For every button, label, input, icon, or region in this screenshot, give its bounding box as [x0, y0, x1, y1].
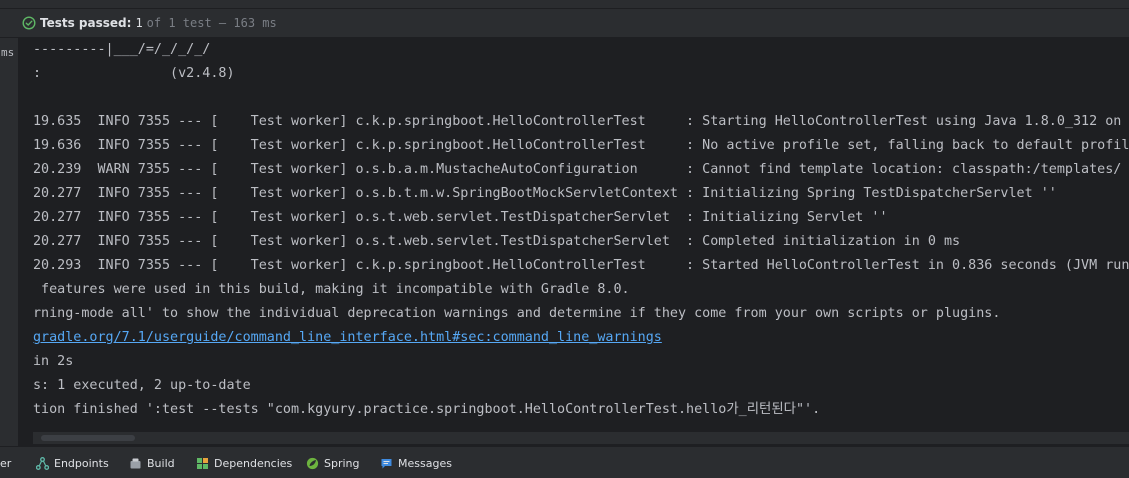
console-line: features were used in this build, making…	[33, 282, 630, 297]
spring-icon	[306, 457, 319, 469]
horizontal-scrollbar[interactable]	[33, 432, 1129, 444]
console-line: 20.293 INFO 7355 --- [ Test worker] c.k.…	[33, 258, 1129, 273]
console-line: rning-mode all' to show the individual d…	[33, 306, 1001, 321]
tool-build-label: Build	[147, 456, 175, 470]
tool-spring[interactable]: Spring	[306, 447, 360, 478]
tool-endpoints-label: Endpoints	[54, 456, 109, 470]
console-line: 19.636 INFO 7355 --- [ Test worker] c.k.…	[33, 138, 1129, 153]
console-line: 19.635 INFO 7355 --- [ Test worker] c.k.…	[33, 114, 1129, 129]
console-line: 20.277 INFO 7355 --- [ Test worker] o.s.…	[33, 234, 961, 249]
test-status-bar: Tests passed: 1 of 1 test – 163 ms	[0, 9, 1129, 38]
tool-terminal[interactable]: er	[0, 447, 11, 478]
gutter-duration-label: ms	[1, 46, 15, 59]
console-line: s: 1 executed, 2 up-to-date	[33, 378, 251, 393]
tool-spring-label: Spring	[324, 456, 360, 470]
console-output[interactable]: ---------|___/=/_/_/_/ : (v2.4.8) 19.635 I…	[19, 38, 1129, 446]
check-circle-icon	[22, 16, 36, 30]
console-line: : (v2.4.8)	[33, 66, 235, 81]
build-icon	[130, 458, 141, 468]
console-line: 20.239 WARN 7355 --- [ Test worker] o.s.…	[33, 162, 1129, 177]
top-strip	[0, 0, 1129, 9]
endpoints-icon	[36, 456, 49, 470]
tests-summary: of 1 test – 163 ms	[146, 16, 277, 30]
tool-endpoints[interactable]: Endpoints	[36, 447, 109, 478]
console-line: ---------|___/=/_/_/_/	[33, 42, 211, 57]
tool-messages-label: Messages	[398, 456, 452, 470]
tool-dependencies[interactable]: Dependencies	[196, 447, 292, 478]
console-line: in 2s	[33, 354, 74, 369]
console-link[interactable]: gradle.org/7.1/userguide/command_line_in…	[33, 326, 662, 350]
run-tool-window: Tests passed: 1 of 1 test – 163 ms ms --…	[0, 0, 1129, 478]
tool-dependencies-label: Dependencies	[214, 456, 293, 470]
console-line: 20.277 INFO 7355 --- [ Test worker] o.s.…	[33, 210, 888, 225]
horizontal-scrollbar-thumb[interactable]	[41, 435, 135, 441]
messages-icon	[381, 458, 392, 468]
test-tree-gutter: ms	[0, 38, 19, 446]
tests-passed-count: 1	[135, 16, 143, 30]
tool-build[interactable]: Build	[129, 447, 175, 478]
bottom-tool-bar: er Endpoints Build Dependencies Spring M…	[0, 446, 1129, 478]
dependencies-icon	[197, 457, 208, 469]
tool-messages[interactable]: Messages	[380, 447, 452, 478]
tool-terminal-label: er	[0, 456, 12, 470]
tests-passed-label: Tests passed:	[40, 16, 132, 30]
console-line: 20.277 INFO 7355 --- [ Test worker] o.s.…	[33, 186, 1057, 201]
console-line: tion finished ':test --tests "com.kgyury…	[33, 402, 821, 417]
